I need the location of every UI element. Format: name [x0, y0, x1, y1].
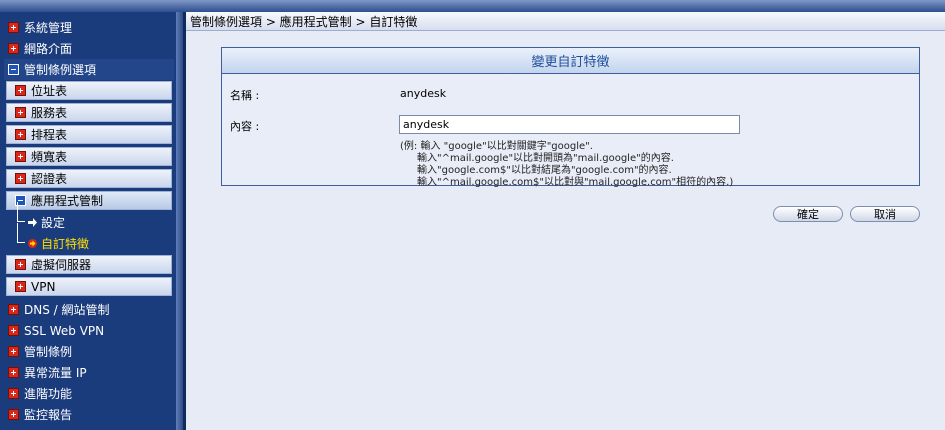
expand-plus-icon — [8, 388, 19, 399]
sidebar-item-anomaly-ip[interactable]: 異常流量 IP — [4, 362, 174, 383]
sidebar-subitem-app-control[interactable]: 應用程式管制 — [6, 191, 172, 210]
breadcrumb: 管制條例選項 > 應用程式管制 > 自訂特徵 — [186, 12, 945, 31]
name-value: anydesk — [400, 87, 447, 100]
sidebar-item-network[interactable]: 網路介面 — [4, 38, 174, 59]
sidebar-item-label: 進階功能 — [24, 387, 73, 401]
expand-plus-icon — [15, 259, 26, 270]
sidebar-edge — [176, 12, 183, 430]
sidebar-subitem-address[interactable]: 位址表 — [6, 81, 172, 100]
sidebar-subitem-schedule[interactable]: 排程表 — [6, 125, 172, 144]
sidebar-item-system[interactable]: 系統管理 — [4, 17, 174, 38]
sidebar-item-label: 服務表 — [31, 106, 68, 120]
sidebar-subitem-vpn[interactable]: VPN — [6, 277, 172, 296]
expand-plus-icon — [8, 304, 19, 315]
expand-plus-icon — [15, 151, 26, 162]
expand-plus-icon — [15, 85, 26, 96]
expand-plus-icon — [8, 409, 19, 420]
sidebar-item-label: 異常流量 IP — [24, 366, 87, 380]
expand-plus-icon — [8, 325, 19, 336]
expand-plus-icon — [8, 43, 19, 54]
sidebar-item-label: VPN — [31, 279, 56, 294]
expand-plus-icon — [8, 346, 19, 357]
arrow-right-icon — [27, 217, 38, 228]
ok-button[interactable]: 確定 — [773, 206, 843, 222]
expand-plus-icon — [15, 107, 26, 118]
tree-branch-line — [17, 202, 25, 222]
sidebar-item-monitor[interactable]: 監控報告 — [4, 404, 174, 425]
sidebar-item-label: 自訂特徵 — [41, 236, 90, 251]
sidebar-leaf-settings[interactable]: 設定 — [17, 202, 167, 232]
hint-line: 輸入"^mail.google.com$"以比對與"mail.google.co… — [417, 177, 734, 188]
collapse-minus-icon — [8, 64, 19, 75]
sidebar-item-label: 設定 — [41, 215, 66, 230]
sidebar-item-ssl-vpn[interactable]: SSL Web VPN — [4, 320, 174, 341]
sidebar-subitem-auth[interactable]: 認證表 — [6, 169, 172, 188]
expand-plus-icon — [15, 173, 26, 184]
expand-plus-icon — [15, 129, 26, 140]
sidebar-item-label: 虛擬伺服器 — [31, 258, 92, 272]
sidebar-item-label: DNS / 網站管制 — [24, 303, 110, 317]
sidebar-item-label: 管制條例 — [24, 345, 73, 359]
content-label: 內容 : — [230, 120, 260, 133]
expand-plus-icon — [8, 367, 19, 378]
top-strip — [0, 0, 945, 12]
panel-title: 變更自訂特徵 — [222, 48, 919, 74]
sidebar-item-label: SSL Web VPN — [24, 323, 105, 338]
arrow-right-icon — [27, 238, 38, 249]
expand-plus-icon — [15, 281, 26, 292]
content-input[interactable]: anydesk — [399, 115, 740, 134]
sidebar-item-label: 應用程式管制 — [31, 194, 104, 208]
cancel-button[interactable]: 取消 — [850, 206, 920, 222]
name-label: 名稱 : — [230, 89, 260, 102]
sidebar-item-label: 位址表 — [31, 84, 68, 98]
sidebar-item-label: 管制條例選項 — [24, 63, 97, 77]
sidebar-item-policy-objects[interactable]: 管制條例選項 — [4, 59, 174, 80]
edit-signature-panel: 變更自訂特徵 名稱 : anydesk 內容 : anydesk (例: 輸入 … — [221, 47, 920, 188]
main-content: 管制條例選項 > 應用程式管制 > 自訂特徵 變更自訂特徵 名稱 : anyde… — [186, 12, 945, 430]
expand-plus-icon — [8, 22, 19, 33]
sidebar-subitem-virtual-server[interactable]: 虛擬伺服器 — [6, 255, 172, 274]
sidebar-item-label: 網路介面 — [24, 42, 73, 56]
sidebar: 系統管理 網路介面 管制條例選項 位址表 服務表 排程表 頻寬表 認證表 應用程… — [0, 12, 186, 430]
sidebar-subitem-bandwidth[interactable]: 頻寬表 — [6, 147, 172, 166]
sidebar-item-label: 排程表 — [31, 128, 68, 142]
sidebar-subitem-service[interactable]: 服務表 — [6, 103, 172, 122]
sidebar-item-policy[interactable]: 管制條例 — [4, 341, 174, 362]
sidebar-item-dns-web[interactable]: DNS / 網站管制 — [4, 299, 174, 320]
sidebar-item-label: 頻寬表 — [31, 150, 68, 164]
sidebar-item-label: 系統管理 — [24, 21, 73, 35]
sidebar-item-label: 認證表 — [31, 172, 68, 186]
sidebar-item-advanced[interactable]: 進階功能 — [4, 383, 174, 404]
sidebar-item-label: 監控報告 — [24, 408, 73, 422]
sidebar-leaf-custom-signature[interactable]: 自訂特徵 — [17, 223, 167, 253]
tree-branch-line — [17, 223, 25, 243]
